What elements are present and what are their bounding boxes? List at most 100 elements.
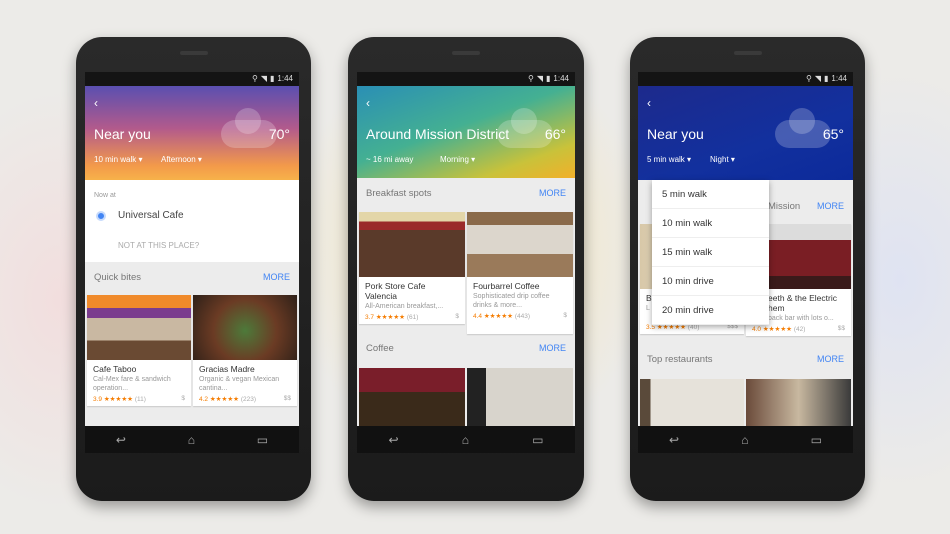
place-photo bbox=[359, 212, 465, 277]
star-icons: ★★★★★ bbox=[209, 396, 239, 403]
distance-label: ~ 16 mi away bbox=[366, 155, 414, 164]
home-nav-icon[interactable]: ⌂ bbox=[741, 433, 748, 447]
place-name: Universal Cafe bbox=[118, 210, 184, 221]
rating: 3.9 bbox=[93, 396, 103, 403]
screen-3: ⚲ ◥ ▮ 1:44 ‹ Near you 65° 5 min walk ▾ Nigh… bbox=[638, 72, 853, 453]
rating: 4.0 bbox=[752, 326, 762, 333]
price: $ bbox=[563, 312, 567, 319]
menu-item-20-min-drive[interactable]: 20 min drive bbox=[652, 296, 769, 325]
time-dropdown[interactable]: Morning ▾ bbox=[440, 155, 475, 164]
menu-item-10-min-walk[interactable]: 10 min walk bbox=[652, 209, 769, 238]
back-nav-icon[interactable]: ↩ bbox=[116, 433, 126, 447]
status-bar: ⚲ ◥ ▮ 1:44 bbox=[85, 72, 299, 86]
more-button[interactable]: MORE bbox=[263, 272, 290, 282]
time-dropdown[interactable]: Afternoon ▾ bbox=[161, 155, 202, 164]
menu-item-10-min-drive[interactable]: 10 min drive bbox=[652, 267, 769, 296]
section-header: Quick bites MORE bbox=[85, 272, 299, 290]
radio-selected[interactable] bbox=[96, 211, 106, 221]
recents-nav-icon[interactable]: ▭ bbox=[811, 433, 822, 447]
more-button[interactable]: MORE bbox=[817, 354, 844, 364]
back-button[interactable]: ‹ bbox=[647, 96, 651, 110]
more-button[interactable]: MORE bbox=[539, 188, 566, 198]
place-description: Organic & vegan Mexican cantina... bbox=[199, 376, 280, 392]
star-icons: ★★★★★ bbox=[103, 396, 133, 403]
home-nav-icon[interactable]: ⌂ bbox=[462, 433, 469, 447]
price: $ bbox=[455, 313, 459, 320]
back-nav-icon[interactable]: ↩ bbox=[389, 433, 399, 447]
rating: 4.2 bbox=[199, 396, 209, 403]
more-button[interactable]: MORE bbox=[817, 201, 844, 211]
place-photo[interactable] bbox=[640, 379, 744, 429]
place-name: Gracias Madre bbox=[199, 364, 255, 374]
menu-item-5-min-walk[interactable]: 5 min walk bbox=[652, 180, 769, 209]
header: ‹ Around Mission District 66° ~ 16 mi aw… bbox=[357, 86, 575, 178]
place-card[interactable]: Fourbarrel Coffee Sophisticated drip cof… bbox=[467, 212, 573, 334]
price: $$ bbox=[837, 325, 845, 332]
star-icons: ★★★★★ bbox=[375, 314, 405, 321]
recents-nav-icon[interactable]: ▭ bbox=[532, 433, 543, 447]
place-photo[interactable] bbox=[359, 368, 465, 428]
location-card: Now at Universal Cafe NOT AT THIS PLACE? bbox=[85, 180, 299, 262]
place-photo bbox=[193, 295, 297, 360]
speaker bbox=[733, 51, 762, 55]
place-card[interactable]: Pork Store Cafe Valencia All-American br… bbox=[359, 212, 465, 324]
nav-bar: ↩ ⌂ ▭ bbox=[357, 426, 575, 453]
page-title: Around Mission District bbox=[366, 126, 510, 142]
not-at-this-place-button[interactable]: NOT AT THIS PLACE? bbox=[118, 241, 199, 250]
rating: 3.7 bbox=[365, 314, 375, 321]
review-count: (223) bbox=[240, 396, 256, 403]
rating-row: 3.9 ★★★★★ (11) $ bbox=[87, 393, 191, 406]
menu-item-15-min-walk[interactable]: 15 min walk bbox=[652, 238, 769, 267]
home-nav-icon[interactable]: ⌂ bbox=[188, 433, 195, 447]
time-dropdown[interactable]: Night ▾ bbox=[710, 155, 735, 164]
location-icon: ⚲ bbox=[806, 74, 812, 83]
phone-1: ⚲ ◥ ▮ 1:44 ‹ Near you 70° 10 min walk ▾ Aft… bbox=[76, 37, 311, 501]
place-card[interactable]: Cafe Taboo Cal-Mex fare & sandwich opera… bbox=[87, 295, 191, 406]
battery-icon: ▮ bbox=[270, 74, 275, 83]
screen-1: ⚲ ◥ ▮ 1:44 ‹ Near you 70° 10 min walk ▾ Aft… bbox=[85, 72, 299, 453]
place-description: All-American breakfast,... bbox=[365, 303, 444, 310]
nav-bar: ↩ ⌂ ▭ bbox=[638, 426, 853, 453]
status-bar: ⚲ ◥ ▮ 1:44 bbox=[638, 72, 853, 86]
section-title: Coffee bbox=[366, 343, 394, 354]
place-photo bbox=[467, 212, 573, 277]
section-header: Coffee MORE bbox=[357, 343, 575, 361]
review-count: (11) bbox=[134, 396, 146, 403]
clock: 1:44 bbox=[277, 74, 293, 83]
wifi-icon: ◥ bbox=[260, 74, 268, 83]
place-name: Cafe Taboo bbox=[93, 364, 137, 374]
review-count: (42) bbox=[793, 326, 806, 333]
phone-3: ⚲ ◥ ▮ 1:44 ‹ Near you 65° 5 min walk ▾ Nigh… bbox=[630, 37, 865, 501]
place-card[interactable]: Gracias Madre Organic & vegan Mexican ca… bbox=[193, 295, 297, 406]
battery-icon: ▮ bbox=[546, 74, 551, 83]
back-button[interactable]: ‹ bbox=[94, 96, 98, 110]
place-name: Fourbarrel Coffee bbox=[473, 281, 540, 291]
distance-dropdown[interactable]: 5 min walk ▾ bbox=[647, 155, 691, 164]
clock: 1:44 bbox=[553, 74, 569, 83]
rating-row: 3.7 ★★★★★ (61) $ bbox=[359, 311, 465, 324]
section-header: Top restaurants MORE bbox=[638, 354, 853, 372]
speaker bbox=[179, 51, 208, 55]
price: $$ bbox=[283, 395, 291, 402]
back-nav-icon[interactable]: ↩ bbox=[669, 433, 679, 447]
recents-nav-icon[interactable]: ▭ bbox=[257, 433, 268, 447]
battery-icon: ▮ bbox=[824, 74, 829, 83]
review-count: (443) bbox=[514, 313, 530, 320]
review-count: (40) bbox=[687, 324, 700, 331]
page-title: Near you bbox=[647, 126, 704, 142]
header: ‹ Near you 70° 10 min walk ▾ Afternoon ▾ bbox=[85, 86, 299, 180]
distance-dropdown[interactable]: 10 min walk ▾ bbox=[94, 155, 142, 164]
clock: 1:44 bbox=[831, 74, 847, 83]
star-icons: ★★★★★ bbox=[762, 326, 792, 333]
rating: 4.4 bbox=[473, 313, 483, 320]
place-photo[interactable] bbox=[746, 379, 851, 429]
location-icon: ⚲ bbox=[528, 74, 534, 83]
back-button[interactable]: ‹ bbox=[366, 96, 370, 110]
wifi-icon: ◥ bbox=[536, 74, 544, 83]
place-photo[interactable] bbox=[467, 368, 573, 428]
more-button[interactable]: MORE bbox=[539, 343, 566, 353]
page-title: Near you bbox=[94, 126, 151, 142]
section-title: Top restaurants bbox=[647, 354, 713, 365]
status-bar: ⚲ ◥ ▮ 1:44 bbox=[357, 72, 575, 86]
star-icons: ★★★★★ bbox=[483, 313, 513, 320]
